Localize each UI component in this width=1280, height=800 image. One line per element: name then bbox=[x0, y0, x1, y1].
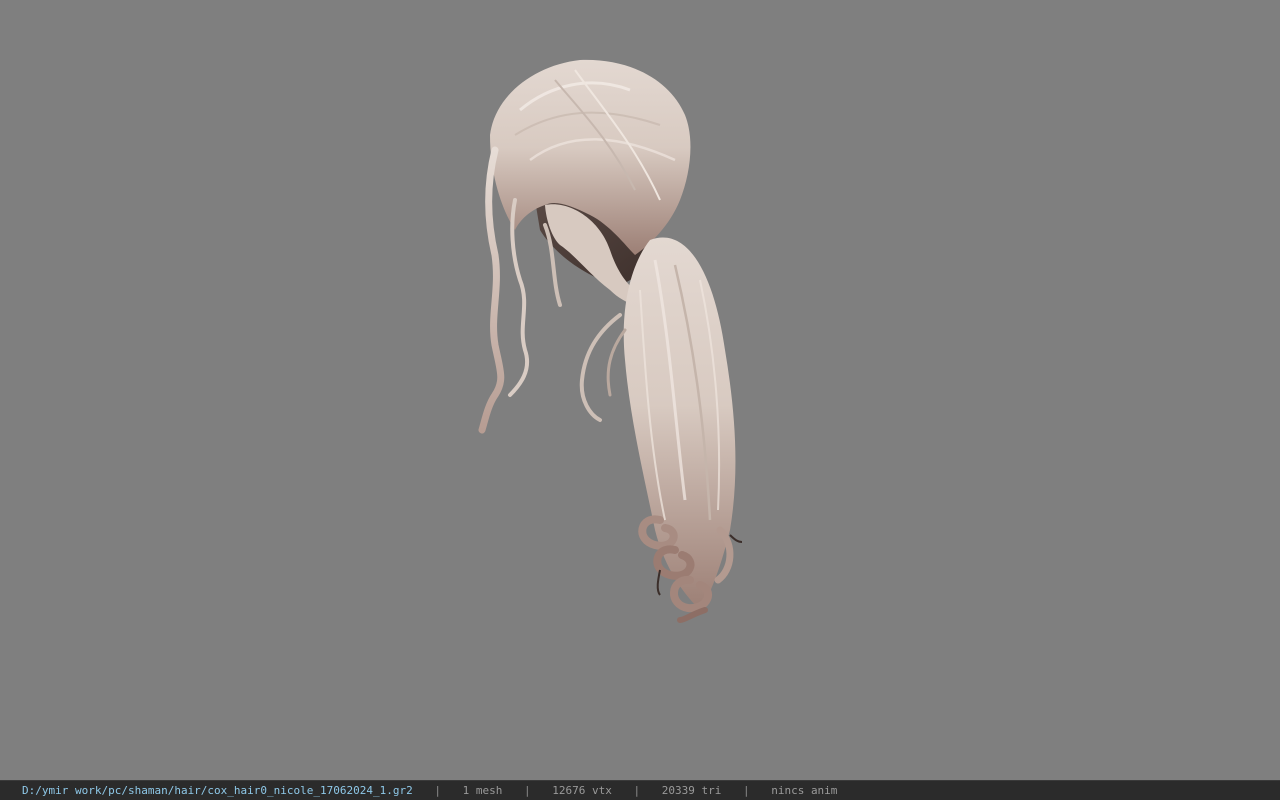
triangle-count: 20339 tri bbox=[661, 784, 722, 797]
status-bar: D:/ymir work/pc/shaman/hair/cox_hair0_ni… bbox=[0, 780, 1280, 800]
separator: | bbox=[633, 784, 641, 797]
file-path: D:/ymir work/pc/shaman/hair/cox_hair0_ni… bbox=[22, 784, 413, 797]
hair-model[interactable] bbox=[460, 50, 760, 640]
3d-viewport[interactable] bbox=[0, 0, 1280, 780]
separator: | bbox=[434, 784, 441, 797]
separator: | bbox=[742, 784, 750, 797]
mesh-count: 1 mesh bbox=[462, 784, 503, 797]
separator: | bbox=[523, 784, 531, 797]
animation-status: nincs anim bbox=[771, 784, 838, 797]
vertex-count: 12676 vtx bbox=[552, 784, 612, 797]
